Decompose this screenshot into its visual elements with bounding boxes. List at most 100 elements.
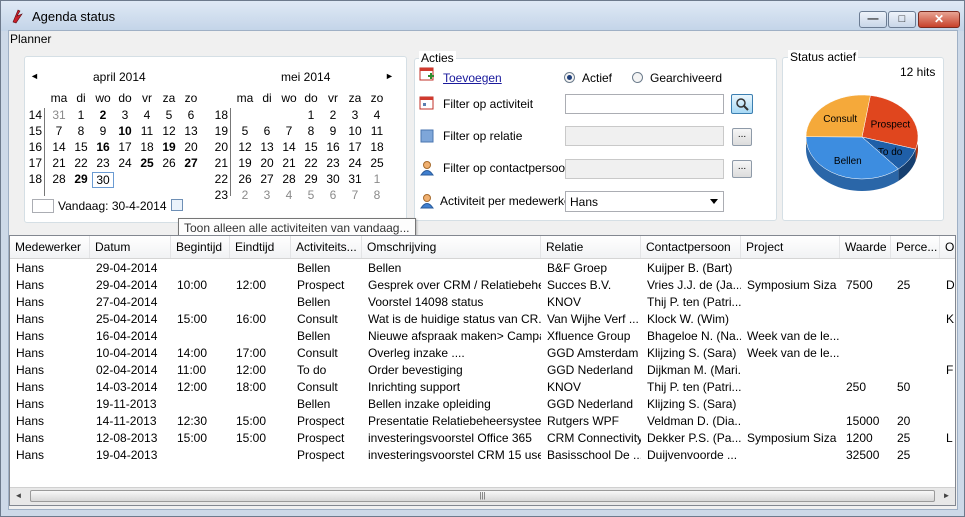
table-row[interactable]: Hans 02-04-2014 11:00 12:00 To do Order beves… [10,362,955,379]
calendar-day[interactable]: 14 [278,140,300,154]
table-row[interactable]: Hans 14-11-2013 12:30 15:00 Prospect Presenta… [10,413,955,430]
calendar-day[interactable]: 7 [48,124,70,138]
table-row[interactable]: Hans 14-03-2014 12:00 18:00 Consult Inrichtin… [10,379,955,396]
calendar-day[interactable]: 12 [158,124,180,138]
calendar-day[interactable]: 17 [344,140,366,154]
today-icon[interactable] [32,199,54,213]
column-header[interactable]: Begintijd [171,236,230,258]
calendar-day[interactable]: 26 [234,172,256,186]
calendar-day[interactable]: 3 [344,108,366,122]
calendar-day[interactable]: 5 [234,124,256,138]
column-header[interactable]: Omschrijving [362,236,541,258]
table-row[interactable]: Hans 16-04-2014 Bellen Nieuwe afspraak make… [10,328,955,345]
today-label[interactable]: Vandaag: 30-4-2014 [58,199,167,213]
calendar-day[interactable]: 21 [278,156,300,170]
calendar-day[interactable]: 12 [234,140,256,154]
today-only-checkbox[interactable] [171,199,183,211]
calendar-day[interactable]: 13 [256,140,278,154]
scroll-thumb[interactable]: ||| [30,490,935,502]
column-header[interactable]: O [940,236,955,258]
calendar-day[interactable]: 9 [92,124,114,138]
calendar-prev-icon[interactable]: ◄ [30,71,39,81]
calendar-day[interactable]: 28 [48,172,70,186]
calendar-day[interactable]: 7 [278,124,300,138]
calendar-day[interactable]: 8 [70,124,92,138]
column-header[interactable]: Activiteits... [291,236,362,258]
calendar-day[interactable]: 30 [322,172,344,186]
radio-active-label[interactable]: Actief [582,71,612,85]
calendar-day[interactable]: 28 [278,172,300,186]
calendar-day[interactable]: 15 [70,140,92,154]
calendar-day[interactable]: 6 [322,188,344,202]
calendar-day[interactable]: 11 [366,124,388,138]
calendar-day[interactable]: 19 [158,140,180,154]
calendar-day[interactable]: 2 [234,188,256,202]
calendar-day[interactable]: 8 [366,188,388,202]
calendar-day[interactable]: 27 [180,156,202,170]
calendar-day[interactable]: 21 [48,156,70,170]
employee-select[interactable]: Hans [565,191,724,212]
calendar-day[interactable]: 5 [300,188,322,202]
calendar-day[interactable]: 20 [256,156,278,170]
calendar-day[interactable]: 31 [48,108,70,122]
contact-browse-button[interactable]: ... [732,160,752,178]
calendar-day[interactable]: 1 [300,108,322,122]
calendar-day[interactable]: 10 [344,124,366,138]
calendar-day[interactable]: 14 [48,140,70,154]
calendar-day[interactable]: 26 [158,156,180,170]
table-row[interactable]: Hans 12-08-2013 15:00 15:00 Prospect invester… [10,430,955,447]
column-header[interactable]: Medewerker [10,236,90,258]
column-header[interactable]: Relatie [541,236,641,258]
calendar-day[interactable]: 24 [344,156,366,170]
calendar-april[interactable]: ma di wo do vr za zo 14 31 1 2 3 4 5 6 15 7 8 9 10 11 12 13 16 1… [26,91,206,206]
calendar-day[interactable]: 22 [300,156,322,170]
calendar-day[interactable]: 11 [136,124,158,138]
calendar-day[interactable]: 27 [256,172,278,186]
calendar-mei[interactable]: ma di wo do vr za zo 18 1 2 3 4 19 5 6 7 8 9 10 11 20 12 13 14 1… [212,91,392,206]
calendar-day[interactable]: 20 [180,140,202,154]
calendar-day[interactable]: 6 [256,124,278,138]
calendar-day[interactable]: 3 [256,188,278,202]
column-header[interactable]: Contactpersoon [641,236,741,258]
calendar-day[interactable]: 3 [114,108,136,122]
calendar-day[interactable]: 24 [114,156,136,170]
calendar-day[interactable]: 19 [234,156,256,170]
table-row[interactable]: Hans 29-04-2014 Bellen Bellen B&F Groep Kuijp… [10,260,955,277]
calendar-day[interactable]: 8 [300,124,322,138]
calendar-day[interactable]: 4 [136,108,158,122]
column-header[interactable]: Perce... [891,236,940,258]
calendar-day[interactable]: 17 [114,140,136,154]
calendar-day[interactable]: 1 [70,108,92,122]
title-bar[interactable]: Agenda status — □ ✕ [1,1,964,31]
calendar-day[interactable]: 25 [366,156,388,170]
calendar-day[interactable]: 13 [180,124,202,138]
calendar-day[interactable]: 23 [322,156,344,170]
calendar-day[interactable]: 23 [92,156,114,170]
calendar-day[interactable]: 2 [322,108,344,122]
relation-browse-button[interactable]: ... [732,128,752,146]
calendar-day[interactable]: 18 [136,140,158,154]
calendar-day[interactable]: 10 [114,124,136,138]
table-row[interactable]: Hans 29-04-2014 10:00 12:00 Prospect Gesprek … [10,277,955,294]
table-row[interactable]: Hans 10-04-2014 14:00 17:00 Consult Overleg i… [10,345,955,362]
table-row[interactable]: Hans 27-04-2014 Bellen Voorstel 14098 statu… [10,294,955,311]
column-header[interactable]: Waarde [840,236,891,258]
calendar-next-icon[interactable]: ► [385,71,394,81]
maximize-button[interactable]: □ [888,11,916,28]
calendar-day[interactable]: 9 [322,124,344,138]
column-header[interactable]: Eindtijd [230,236,291,258]
table-row[interactable]: Hans 19-04-2013 Prospect investeringsvoorst… [10,447,955,464]
calendar-day-today[interactable]: 30 [92,172,114,188]
calendar-day[interactable]: 29 [300,172,322,186]
radio-active[interactable] [564,72,575,83]
calendar-day[interactable]: 22 [70,156,92,170]
calendar-day[interactable]: 5 [158,108,180,122]
calendar-day[interactable]: 25 [136,156,158,170]
calendar-day[interactable]: 7 [344,188,366,202]
calendar-day[interactable]: 31 [344,172,366,186]
search-button[interactable] [731,94,753,114]
radio-archived[interactable] [632,72,643,83]
calendar-day[interactable]: 16 [92,140,114,154]
calendar-day[interactable]: 29 [70,172,92,186]
calendar-day[interactable]: 16 [322,140,344,154]
